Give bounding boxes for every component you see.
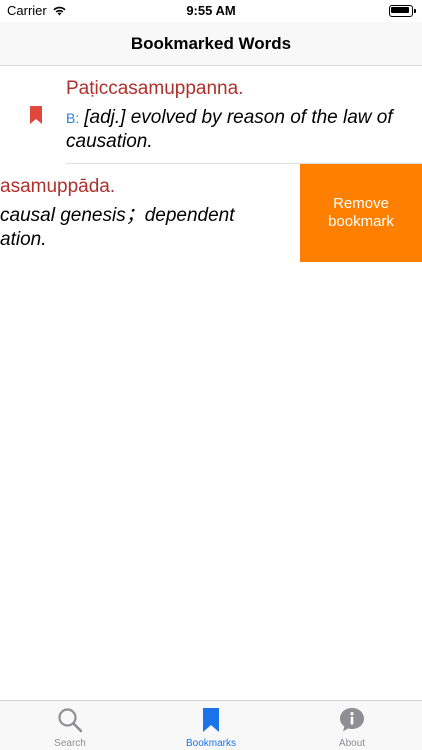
list-item[interactable]: Paṭiccasamuppanna. B: [adj.] evolved by r…: [0, 66, 422, 164]
bookmark-icon: [30, 106, 42, 124]
list-item-content: Paṭiccasamuppanna. B: [adj.] evolved by r…: [0, 66, 422, 164]
source-tag: B:: [66, 110, 80, 126]
definition-text: [adj.] evolved by reason of the law of c…: [66, 107, 393, 152]
page-title: Bookmarked Words: [130, 34, 292, 53]
word-definition: causal genesis；dependent ation.: [0, 204, 290, 252]
status-time: 9:55 AM: [186, 3, 236, 18]
tab-search[interactable]: Search: [0, 701, 140, 750]
bookmark-list: Paṭiccasamuppanna. B: [adj.] evolved by r…: [0, 66, 422, 262]
definition-line: ation.: [0, 229, 47, 250]
remove-bookmark-label: bookmark: [328, 213, 394, 230]
tab-bar: Search Bookmarks About: [0, 700, 422, 750]
tab-about[interactable]: About: [282, 701, 422, 750]
word-definition: B: [adj.] evolved by reason of the law of…: [66, 106, 412, 154]
screen: Carrier 9:55 AM Bookmarked Words Paṭicca…: [0, 0, 422, 750]
remove-bookmark-label: Remove: [333, 195, 389, 212]
word-title: Paṭiccasamuppanna.: [66, 78, 244, 99]
search-icon: [58, 708, 83, 733]
info-bubble-icon: [340, 708, 364, 732]
tab-label: Search: [54, 738, 86, 749]
definition-line: causal genesis；dependent: [0, 205, 235, 226]
remove-bookmark-button[interactable]: Remove bookmark: [300, 164, 422, 262]
status-bar: Carrier 9:55 AM: [0, 0, 422, 22]
word-title: asamuppāda.: [0, 176, 116, 197]
tab-label: About: [338, 738, 366, 749]
battery-icon: [389, 5, 416, 17]
tab-label: Bookmarks: [185, 738, 236, 749]
list-item[interactable]: asamuppāda. causal genesis；dependent ati…: [0, 164, 422, 262]
bookmark-icon: [203, 708, 219, 732]
navigation-bar: Bookmarked Words: [0, 22, 422, 66]
tab-bookmarks[interactable]: Bookmarks: [141, 701, 281, 750]
